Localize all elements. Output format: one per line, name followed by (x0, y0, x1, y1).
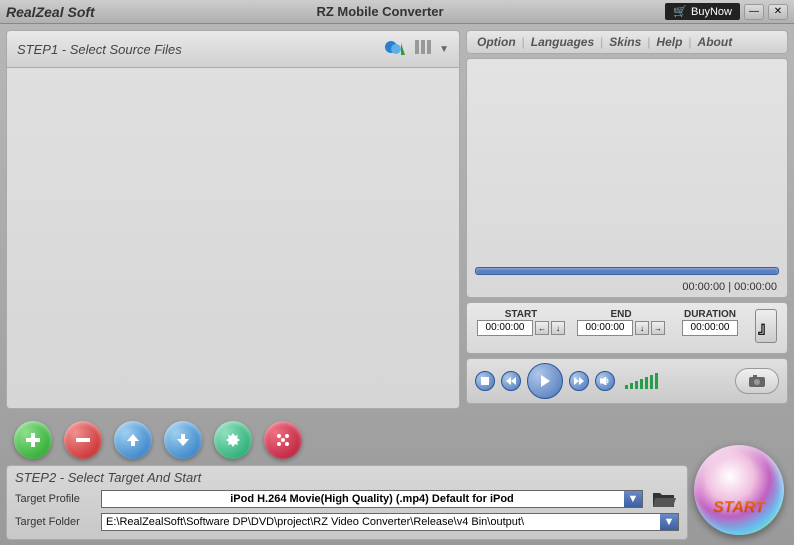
start-label: START (477, 309, 565, 320)
end-down-button[interactable]: ↓ (635, 321, 649, 335)
cart-icon: 🛒 (673, 5, 687, 18)
step2-panel: STEP2 - Select Target And Start Target P… (6, 465, 688, 540)
end-label: END (577, 309, 665, 320)
action-row (6, 415, 788, 465)
next-button[interactable] (569, 371, 589, 391)
volume-button[interactable] (595, 371, 615, 391)
add-file-icon[interactable] (383, 37, 407, 61)
trim-panel: START 00:00:00 ← ↓ END 00:00:00 ↓ → (466, 302, 788, 354)
play-button[interactable] (527, 363, 563, 399)
preview-time: 00:00:00 | 00:00:00 (682, 281, 777, 293)
media-info-button[interactable] (264, 421, 302, 459)
app-title: RZ Mobile Converter (95, 4, 666, 19)
step2-title: STEP2 - Select Target And Start (15, 470, 679, 485)
start-down-button[interactable]: ↓ (551, 321, 565, 335)
duration-label: DURATION (677, 309, 743, 320)
snapshot-button[interactable] (735, 368, 779, 394)
menubar: Option| Languages| Skins| Help| About (466, 30, 788, 54)
chevron-down-icon[interactable]: ▼ (439, 44, 449, 55)
play-panel (466, 358, 788, 404)
menu-skins[interactable]: Skins (609, 35, 641, 49)
profile-browse-button[interactable] (649, 489, 679, 509)
menu-help[interactable]: Help (656, 35, 682, 49)
minimize-button[interactable]: — (744, 4, 764, 20)
menu-option[interactable]: Option (477, 35, 516, 49)
prev-button[interactable] (501, 371, 521, 391)
menu-about[interactable]: About (698, 35, 733, 49)
preview-seekbar[interactable] (475, 267, 779, 275)
folder-input[interactable]: E:\RealZealSoft\Software DP\DVD\project\… (101, 513, 679, 531)
preview-area: 00:00:00 | 00:00:00 (466, 58, 788, 298)
end-time-input[interactable]: 00:00:00 (577, 320, 633, 336)
titlebar: RealZeal Soft RZ Mobile Converter 🛒 BuyN… (0, 0, 794, 24)
step1-header: STEP1 - Select Source Files ▼ (6, 30, 460, 68)
remove-button[interactable] (64, 421, 102, 459)
start-time-input[interactable]: 00:00:00 (477, 320, 533, 336)
brand-label: RealZeal Soft (6, 4, 95, 20)
duration-time-input[interactable]: 00:00:00 (682, 320, 738, 336)
chevron-down-icon[interactable]: ▼ (660, 514, 678, 530)
file-list[interactable] (6, 68, 460, 409)
buynow-button[interactable]: 🛒 BuyNow (665, 3, 740, 20)
profile-label: Target Profile (15, 493, 95, 505)
profile-select[interactable]: iPod H.264 Movie(High Quality) (.mp4) De… (101, 490, 643, 508)
settings-button[interactable] (214, 421, 252, 459)
stop-button[interactable] (475, 371, 495, 391)
source-panel: STEP1 - Select Source Files ▼ (6, 30, 460, 409)
start-label: START (713, 499, 765, 517)
move-up-button[interactable] (114, 421, 152, 459)
add-button[interactable] (14, 421, 52, 459)
start-button[interactable]: START (694, 445, 784, 535)
start-left-button[interactable]: ← (535, 321, 549, 335)
end-right-button[interactable]: → (651, 321, 665, 335)
volume-level[interactable] (625, 373, 658, 389)
columns-icon[interactable] (413, 38, 433, 61)
chevron-down-icon[interactable]: ▼ (624, 491, 642, 507)
move-down-button[interactable] (164, 421, 202, 459)
folder-label: Target Folder (15, 516, 95, 528)
close-button[interactable]: ✕ (768, 4, 788, 20)
menu-languages[interactable]: Languages (531, 35, 594, 49)
step1-title: STEP1 - Select Source Files (17, 42, 182, 57)
bracket-button[interactable]: 』 (755, 309, 777, 343)
buynow-label: BuyNow (691, 6, 732, 18)
